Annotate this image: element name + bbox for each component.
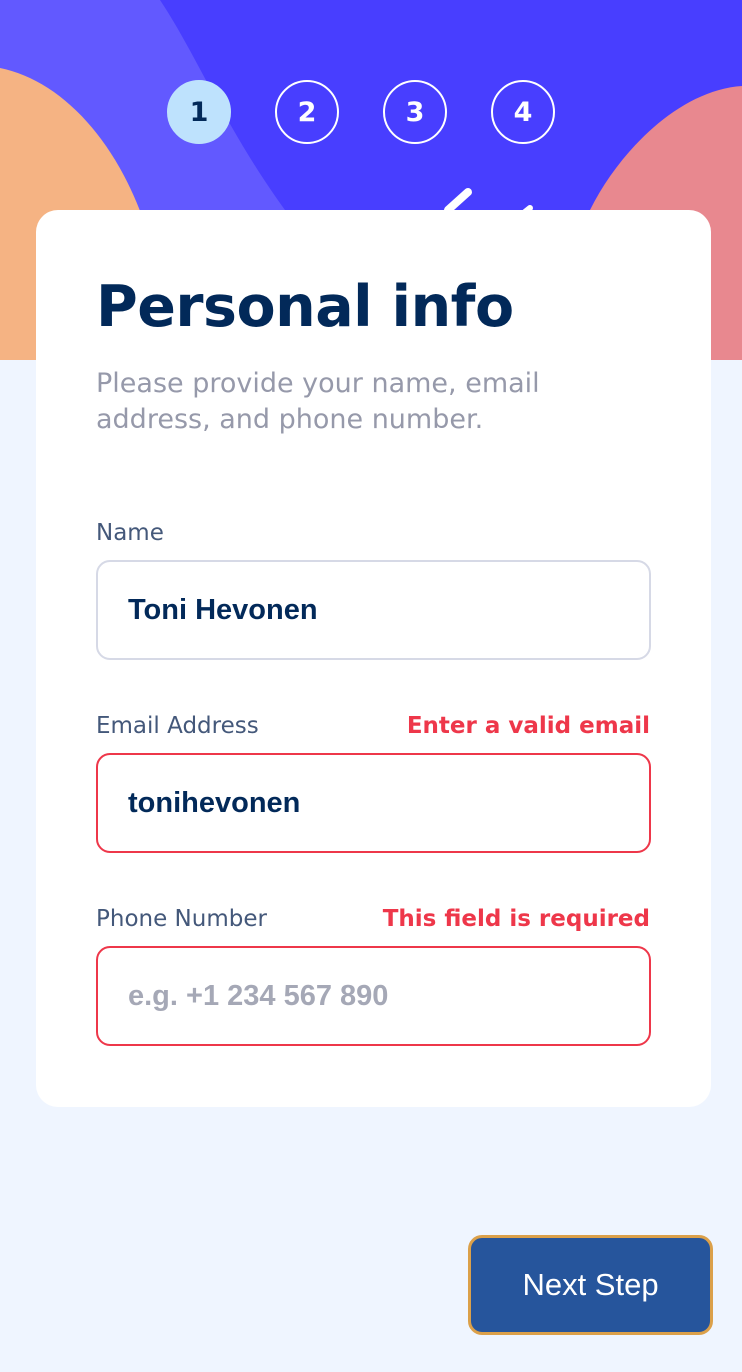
email-error-message: Enter a valid email [406, 713, 650, 739]
page-subtitle: Please provide your name, email address,… [96, 368, 540, 435]
email-input[interactable] [96, 753, 651, 853]
email-label: Email Address [96, 713, 259, 739]
step-indicator: 1 2 3 4 [0, 80, 742, 144]
page: 1 2 3 4 Personal info Please provide you… [0, 0, 742, 1372]
phone-input[interactable] [96, 946, 651, 1046]
step-4-button[interactable]: 4 [491, 80, 555, 144]
name-input[interactable] [96, 560, 651, 660]
step-1-button[interactable]: 1 [167, 80, 231, 144]
form-card: Personal info Please provide your name, … [36, 210, 711, 1107]
next-step-button[interactable]: Next Step [468, 1235, 713, 1335]
step-2-button[interactable]: 2 [275, 80, 339, 144]
name-label: Name [96, 520, 164, 546]
page-title: Personal info [96, 274, 514, 340]
phone-label: Phone Number [96, 906, 267, 932]
step-3-button[interactable]: 3 [383, 80, 447, 144]
phone-error-message: This field is required [382, 906, 650, 932]
